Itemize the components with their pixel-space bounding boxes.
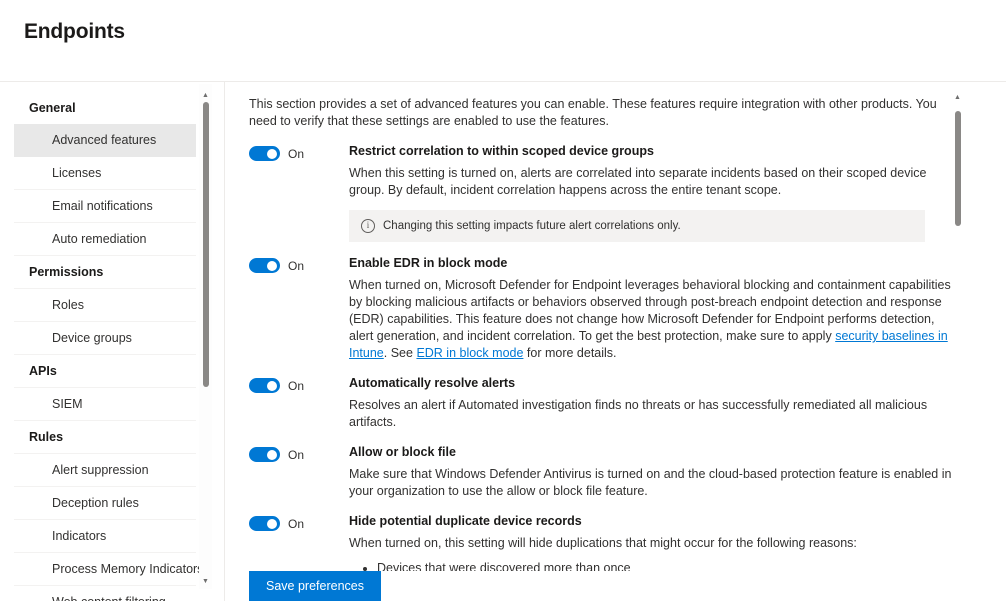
- feature-list: On Restrict correlation to within scoped …: [249, 144, 1006, 577]
- feature-toggle-state-label: On: [288, 258, 305, 273]
- feature-title: Automatically resolve alerts: [349, 376, 516, 390]
- intro-text: This section provides a set of advanced …: [249, 97, 937, 128]
- feature-toggle-state-label: On: [288, 516, 305, 531]
- feature-title: Allow or block file: [349, 445, 456, 459]
- sidebar-scroll-down-arrow-icon[interactable]: ▼: [199, 575, 212, 587]
- page-title: Endpoints: [24, 20, 125, 43]
- feature-toggle-switch[interactable]: [249, 447, 280, 462]
- info-banner-text: Changing this setting impacts future ale…: [383, 220, 681, 232]
- feature-description: Resolves an alert if Automated investiga…: [349, 398, 928, 429]
- sidebar-scroll-track[interactable]: [203, 100, 209, 573]
- feature-toggle-switch[interactable]: [249, 378, 280, 393]
- feature-body: Automatically resolve alerts Resolves an …: [349, 376, 1006, 431]
- sidebar-group-title: Rules: [14, 421, 196, 454]
- sidebar-item-roles[interactable]: Roles: [14, 289, 196, 322]
- feature-row: On Enable EDR in block mode When turned on…: [249, 256, 1006, 362]
- sidebar-item-email-notifications[interactable]: Email notifications: [14, 190, 196, 223]
- sidebar-group-title: APIs: [14, 355, 196, 388]
- feature-toggle-switch[interactable]: [249, 516, 280, 531]
- toggle-knob: [267, 518, 277, 529]
- sidebar-item-device-groups[interactable]: Device groups: [14, 322, 196, 355]
- toggle-knob: [267, 380, 277, 391]
- feature-toggle-group: On: [249, 514, 349, 531]
- toggle-knob: [267, 260, 277, 271]
- feature-description: Make sure that Windows Defender Antiviru…: [349, 467, 952, 498]
- feature-body: Hide potential duplicate device records W…: [349, 514, 1006, 577]
- feature-row: On Hide potential duplicate device record…: [249, 514, 1006, 577]
- sidebar-item-indicators[interactable]: Indicators: [14, 520, 196, 553]
- feature-title: Restrict correlation to within scoped de…: [349, 144, 654, 158]
- save-preferences-button[interactable]: Save preferences: [249, 571, 381, 601]
- feature-toggle-group: On: [249, 376, 349, 393]
- feature-row: On Restrict correlation to within scoped …: [249, 144, 1006, 242]
- sidebar-group-title: Permissions: [14, 256, 196, 289]
- feature-toggle-state-label: On: [288, 378, 305, 393]
- sidebar-nav-list: General Advanced features Licenses Email no…: [0, 92, 203, 601]
- save-bar: Save preferences: [225, 571, 1006, 601]
- feature-toggle-switch[interactable]: [249, 146, 280, 161]
- feature-toggle-group: On: [249, 144, 349, 161]
- sidebar-item-siem[interactable]: SIEM: [14, 388, 196, 421]
- feature-toggle-switch[interactable]: [249, 258, 280, 273]
- sidebar-item-web-content-filtering[interactable]: Web content filtering: [14, 586, 196, 601]
- feature-toggle-state-label: On: [288, 146, 305, 161]
- main-scrollbar[interactable]: ▲: [951, 86, 964, 586]
- info-banner: i Changing this setting impacts future al…: [349, 210, 925, 242]
- main-scroll-thumb[interactable]: [955, 111, 961, 226]
- feature-row: On Allow or block file Make sure that Wind…: [249, 445, 1006, 500]
- sidebar-item-process-memory-indicators[interactable]: Process Memory Indicators: [14, 553, 203, 586]
- advanced-features-panel: This section provides a set of advanced …: [225, 82, 1006, 601]
- settings-sidebar: General Advanced features Licenses Email no…: [0, 82, 225, 601]
- feature-row: On Automatically resolve alerts Resolves a…: [249, 376, 1006, 431]
- toggle-knob: [267, 449, 277, 460]
- feature-description: When turned on, Microsoft Defender for E…: [349, 278, 951, 360]
- feature-toggle-group: On: [249, 445, 349, 462]
- sidebar-item-auto-remediation[interactable]: Auto remediation: [14, 223, 196, 256]
- feature-title: Hide potential duplicate device records: [349, 514, 582, 528]
- feature-body: Restrict correlation to within scoped de…: [349, 144, 1006, 242]
- info-icon: i: [361, 219, 375, 233]
- sidebar-item-deception-rules[interactable]: Deception rules: [14, 487, 196, 520]
- sidebar-scrollbar[interactable]: ▲ ▼: [199, 84, 212, 589]
- feature-toggle-group: On: [249, 256, 349, 273]
- feature-body: Allow or block file Make sure that Window…: [349, 445, 1006, 500]
- main-scroll-track[interactable]: [955, 102, 961, 570]
- edr-block-mode-link[interactable]: EDR in block mode: [416, 346, 523, 360]
- toggle-knob: [267, 148, 277, 159]
- sidebar-item-advanced-features[interactable]: Advanced features: [14, 124, 196, 157]
- sidebar-scroll-thumb[interactable]: [203, 102, 209, 387]
- feature-description: When this setting is turned on, alerts a…: [349, 166, 927, 197]
- feature-description: When turned on, this setting will hide d…: [349, 536, 857, 550]
- feature-title: Enable EDR in block mode: [349, 256, 508, 270]
- sidebar-item-alert-suppression[interactable]: Alert suppression: [14, 454, 196, 487]
- sidebar-group-title: General: [29, 101, 76, 115]
- feature-body: Enable EDR in block mode When turned on, …: [349, 256, 1006, 362]
- feature-toggle-state-label: On: [288, 447, 305, 462]
- sidebar-item-licenses[interactable]: Licenses: [14, 157, 196, 190]
- content-area: General Advanced features Licenses Email no…: [0, 82, 1006, 601]
- page-header: Endpoints: [0, 0, 1006, 82]
